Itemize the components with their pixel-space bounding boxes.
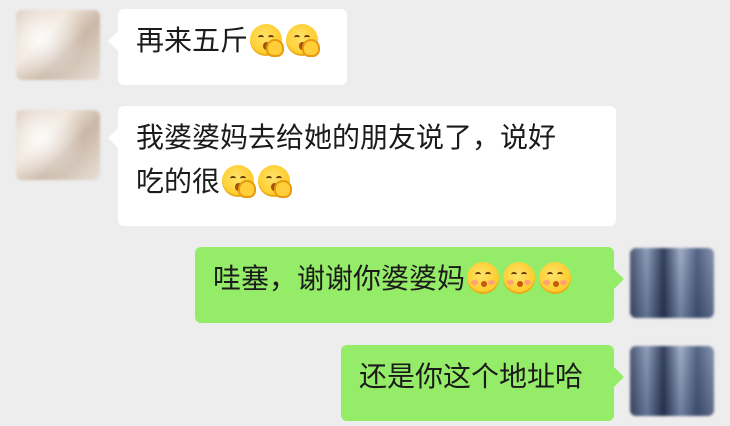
- sent-message-bubble[interactable]: 还是你这个地址哈: [341, 345, 624, 421]
- received-message-bubble[interactable]: 再来五斤: [108, 9, 347, 85]
- own-avatar[interactable]: [630, 248, 714, 318]
- message-text: 还是你这个地址哈: [359, 360, 584, 393]
- own-avatar[interactable]: [630, 346, 714, 416]
- chat-window: 再来五斤 我婆婆妈去给她的朋友说了，说好 吃的很 哇塞，谢谢你婆婆妈 还是你这个…: [0, 0, 730, 426]
- kissing-face-icon: [467, 262, 500, 294]
- kissing-face-icon: [539, 262, 572, 294]
- kissing-face-icon: [503, 262, 536, 294]
- message-text-line: 吃的很: [136, 165, 221, 198]
- thinking-hand-icon: [222, 165, 257, 198]
- message-text: 再来五斤: [136, 24, 249, 57]
- sent-message-bubble[interactable]: 哇塞，谢谢你婆婆妈: [195, 247, 624, 323]
- thinking-hand-icon: [258, 165, 293, 198]
- thinking-hand-icon: [286, 24, 321, 57]
- contact-avatar[interactable]: [16, 10, 100, 80]
- message-text: 哇塞，谢谢你婆婆妈: [213, 262, 466, 295]
- thinking-hand-icon: [250, 24, 285, 57]
- message-text-line: 我婆婆妈去给她的朋友说了，说好: [136, 121, 557, 154]
- received-message-bubble[interactable]: 我婆婆妈去给她的朋友说了，说好 吃的很: [108, 106, 616, 226]
- contact-avatar[interactable]: [16, 110, 100, 180]
